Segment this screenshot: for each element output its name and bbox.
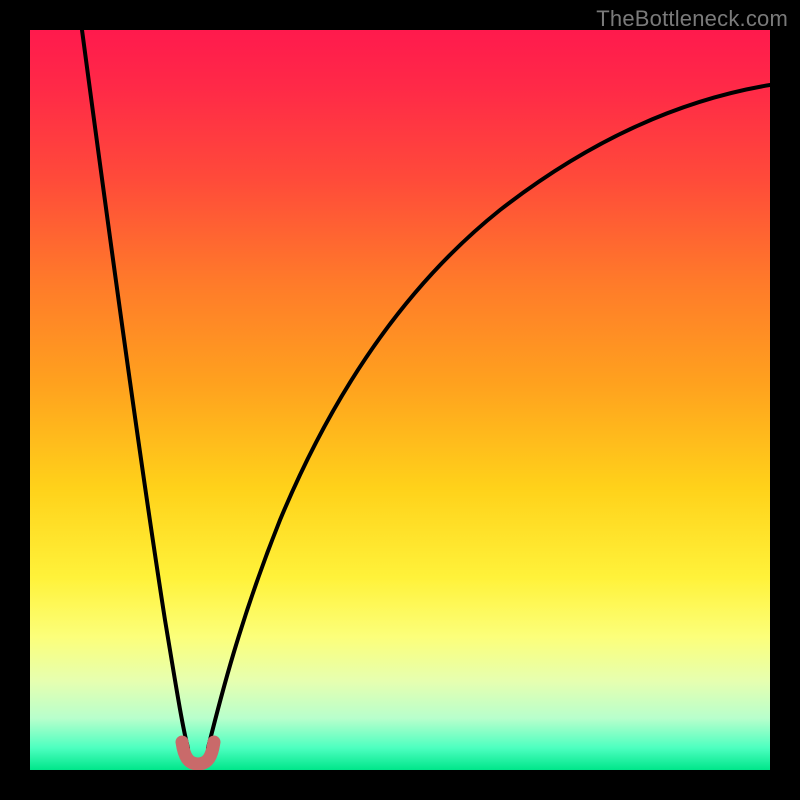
chart-plot-area <box>30 30 770 770</box>
bottleneck-curve-right <box>208 85 770 748</box>
watermark-text: TheBottleneck.com <box>596 6 788 32</box>
bottleneck-curve-left <box>82 30 188 748</box>
valley-marker <box>182 742 214 764</box>
bottleneck-curve-svg <box>30 30 770 770</box>
